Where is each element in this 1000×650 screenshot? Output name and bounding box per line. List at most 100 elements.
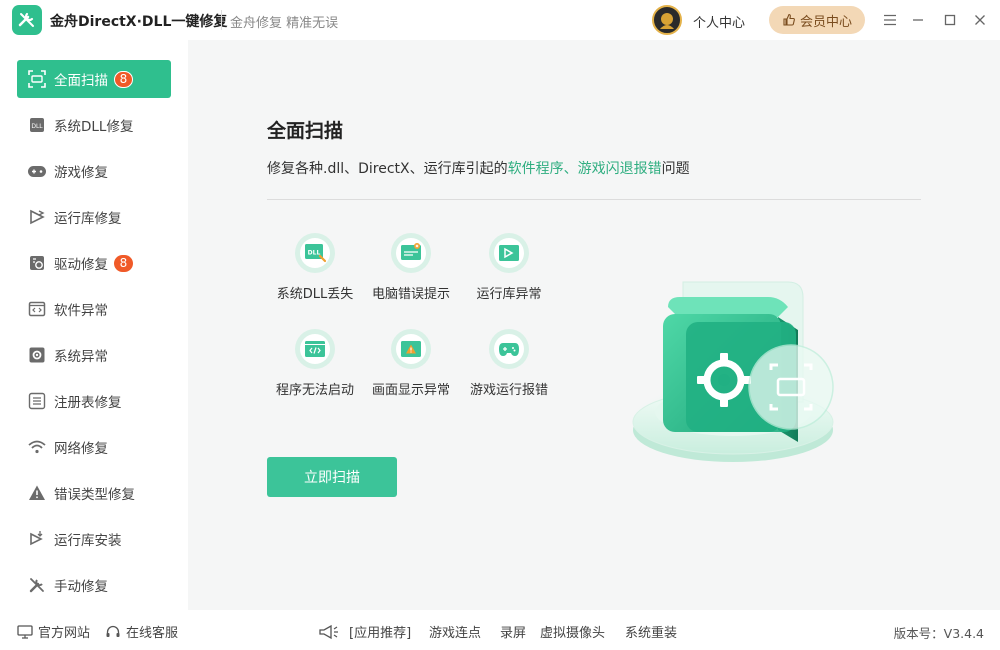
sidebar-item-game-repair[interactable]: 游戏修复 (17, 152, 171, 190)
version-label: 版本号：V3.4.4 (893, 626, 984, 641)
display-warning-icon (391, 329, 431, 369)
footer-link-system-reinstall[interactable]: 系统重装 (625, 622, 677, 641)
sidebar-item-label: 系统DLL修复 (54, 119, 134, 135)
feature-item: 电脑错误提示 (363, 233, 459, 302)
feature-label: 画面显示异常 (371, 383, 450, 398)
wrench-icon (27, 575, 47, 595)
start-scan-button[interactable]: 立即扫描 (267, 457, 397, 497)
sidebar-item-network-repair[interactable]: 网络修复 (17, 428, 171, 466)
footer-bar: 官方网站 在线客服 [应用推荐] 游戏连点 录屏 虚拟摄像头 系统重装 版本号：… (0, 610, 1000, 650)
thumbs-up-icon (783, 13, 795, 26)
sidebar-item-label: 软件异常 (54, 303, 108, 319)
minimize-icon (913, 19, 923, 21)
sidebar-item-label: 运行库修复 (54, 211, 122, 227)
code-icon (27, 299, 47, 319)
official-website-link[interactable]: 官方网站 (17, 622, 90, 641)
sidebar-item-label: 手动修复 (54, 579, 108, 595)
sidebar: 全面扫描 8 DLL 系统DLL修复 游戏修复 运行库修复 驱动修复 8 软件异… (0, 40, 188, 610)
footer-link-label: 游戏连点 (429, 626, 482, 641)
feature-item: 画面显示异常 (363, 329, 459, 398)
feature-label: 电脑错误提示 (371, 287, 450, 302)
error-window-icon (391, 233, 431, 273)
feature-item: 运行库异常 (461, 233, 557, 302)
close-icon (975, 15, 985, 25)
sidebar-item-label: 错误类型修复 (54, 487, 135, 503)
online-support-link[interactable]: 在线客服 (105, 622, 178, 641)
maximize-button[interactable] (940, 10, 960, 30)
runtime-icon (27, 207, 47, 227)
menu-button[interactable] (880, 10, 900, 30)
scan-illustration-icon (631, 281, 835, 462)
sidebar-item-error-type-repair[interactable]: 错误类型修复 (17, 474, 171, 512)
feature-label: 系统DLL丢失 (276, 287, 354, 302)
user-center-link[interactable]: 个人中心 (693, 12, 745, 31)
maximize-icon (944, 14, 956, 26)
list-icon (27, 391, 47, 411)
sidebar-item-registry-repair[interactable]: 注册表修复 (17, 382, 171, 420)
description-highlight: 软件程序、游戏闪退报错 (507, 161, 662, 177)
dll-file-icon: DLL (295, 233, 335, 273)
wifi-icon (27, 437, 47, 457)
vip-center-label: 会员中心 (799, 14, 852, 30)
sidebar-item-label: 全面扫描 (54, 73, 108, 89)
feature-item: 游戏运行报错 (461, 329, 557, 398)
app-subtitle: 金舟修复 精准无误 (230, 16, 339, 31)
feature-label: 游戏运行报错 (469, 383, 548, 398)
sidebar-item-full-scan[interactable]: 全面扫描 8 (17, 60, 171, 98)
sidebar-item-label: 注册表修复 (54, 395, 122, 411)
footer-link-auto-clicker[interactable]: 游戏连点 (429, 622, 481, 641)
gear-icon (27, 345, 47, 365)
close-button[interactable] (970, 10, 990, 30)
divider (267, 199, 921, 200)
description-suffix: 问题 (661, 161, 690, 177)
sidebar-item-manual-repair[interactable]: 手动修复 (17, 566, 171, 604)
page-title: 全面扫描 (267, 120, 344, 142)
game-controller-icon (489, 329, 529, 369)
footer-link-screen-record[interactable]: 录屏 (500, 622, 526, 641)
gamepad-icon (27, 161, 47, 181)
warning-icon (27, 483, 47, 503)
app-recommend: [应用推荐] (318, 622, 411, 641)
svg-text:DLL: DLL (31, 123, 43, 130)
runtime-window-icon (489, 233, 529, 273)
avatar[interactable] (652, 5, 682, 35)
feature-label: 程序无法启动 (275, 383, 354, 398)
driver-icon (27, 253, 47, 273)
footer-link-label: 虚拟摄像头 (540, 626, 606, 641)
feature-item: 程序无法启动 (267, 329, 363, 398)
app-title: 金舟DirectX·DLL一键修复 (50, 14, 228, 30)
vip-center-button[interactable]: 会员中心 (769, 6, 865, 34)
app-recommend-label: [应用推荐] (349, 626, 412, 641)
page-description: 修复各种.dll、DirectX、运行库引起的软件程序、游戏闪退报错问题 (267, 158, 690, 178)
install-icon (27, 529, 47, 549)
monitor-icon (17, 624, 33, 639)
footer-link-virtual-camera[interactable]: 虚拟摄像头 (540, 622, 605, 641)
menu-icon (884, 14, 896, 26)
sidebar-item-runtime-install[interactable]: 运行库安装 (17, 520, 171, 558)
minimize-button[interactable] (908, 10, 928, 30)
sidebar-item-label: 游戏修复 (54, 165, 108, 181)
description-prefix: 修复各种.dll、DirectX、运行库引起的 (267, 161, 508, 177)
scan-icon (27, 69, 47, 89)
footer-link-label: 录屏 (500, 626, 527, 641)
official-website-label: 官方网站 (38, 626, 91, 641)
sidebar-item-label: 网络修复 (54, 441, 108, 457)
main-panel: 全面扫描 修复各种.dll、DirectX、运行库引起的软件程序、游戏闪退报错问… (188, 40, 1000, 610)
sidebar-item-label: 运行库安装 (54, 533, 122, 549)
headset-icon (106, 625, 120, 637)
sidebar-item-system-dll[interactable]: DLL 系统DLL修复 (17, 106, 171, 144)
sidebar-item-system-error[interactable]: 系统异常 (17, 336, 171, 374)
feature-item: DLL 系统DLL丢失 (267, 233, 363, 302)
title-divider (221, 10, 222, 30)
sidebar-item-label: 系统异常 (54, 349, 108, 365)
sidebar-item-label: 驱动修复 (54, 257, 108, 273)
app-logo-icon (12, 5, 42, 35)
sidebar-item-software-error[interactable]: 软件异常 (17, 290, 171, 328)
sidebar-item-driver-repair[interactable]: 驱动修复 8 (17, 244, 171, 282)
online-support-label: 在线客服 (126, 626, 179, 641)
count-badge: 8 (114, 254, 133, 272)
footer-link-label: 系统重装 (625, 626, 678, 641)
sidebar-item-runtime-repair[interactable]: 运行库修复 (17, 198, 171, 236)
megaphone-icon (319, 624, 338, 639)
title-bar: 金舟DirectX·DLL一键修复 金舟修复 精准无误 个人中心 会员中心 (0, 0, 1000, 40)
